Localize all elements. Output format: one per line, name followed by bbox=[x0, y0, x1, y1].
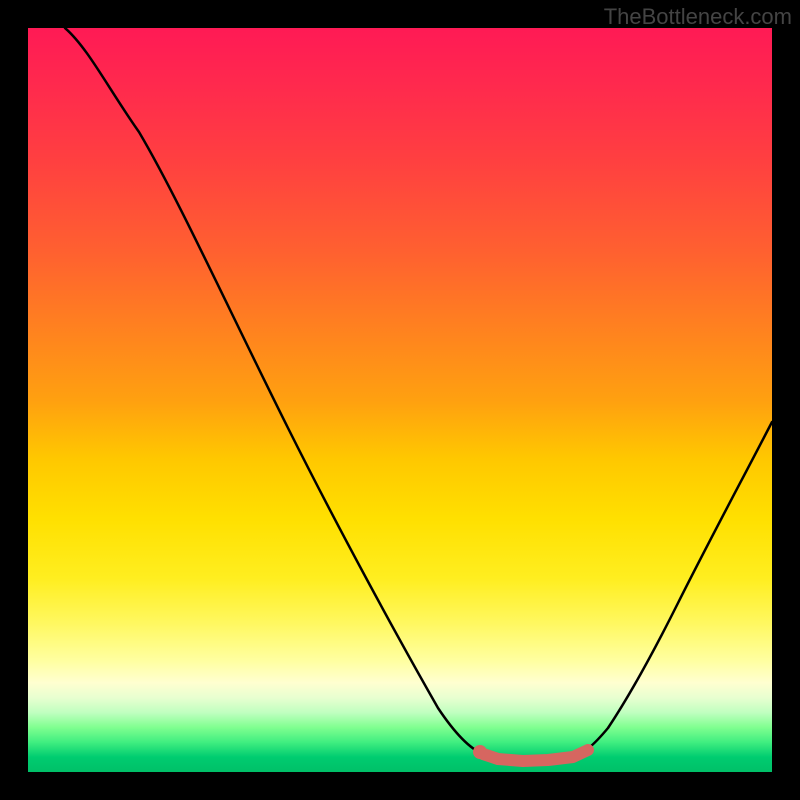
bottleneck-curve bbox=[65, 28, 772, 761]
curve-svg bbox=[28, 28, 772, 772]
watermark-text: TheBottleneck.com bbox=[604, 4, 792, 30]
optimal-start-dot-icon bbox=[473, 745, 487, 759]
chart-container: TheBottleneck.com bbox=[0, 0, 800, 800]
optimal-highlight-icon bbox=[483, 750, 588, 761]
gradient-background bbox=[28, 28, 772, 772]
